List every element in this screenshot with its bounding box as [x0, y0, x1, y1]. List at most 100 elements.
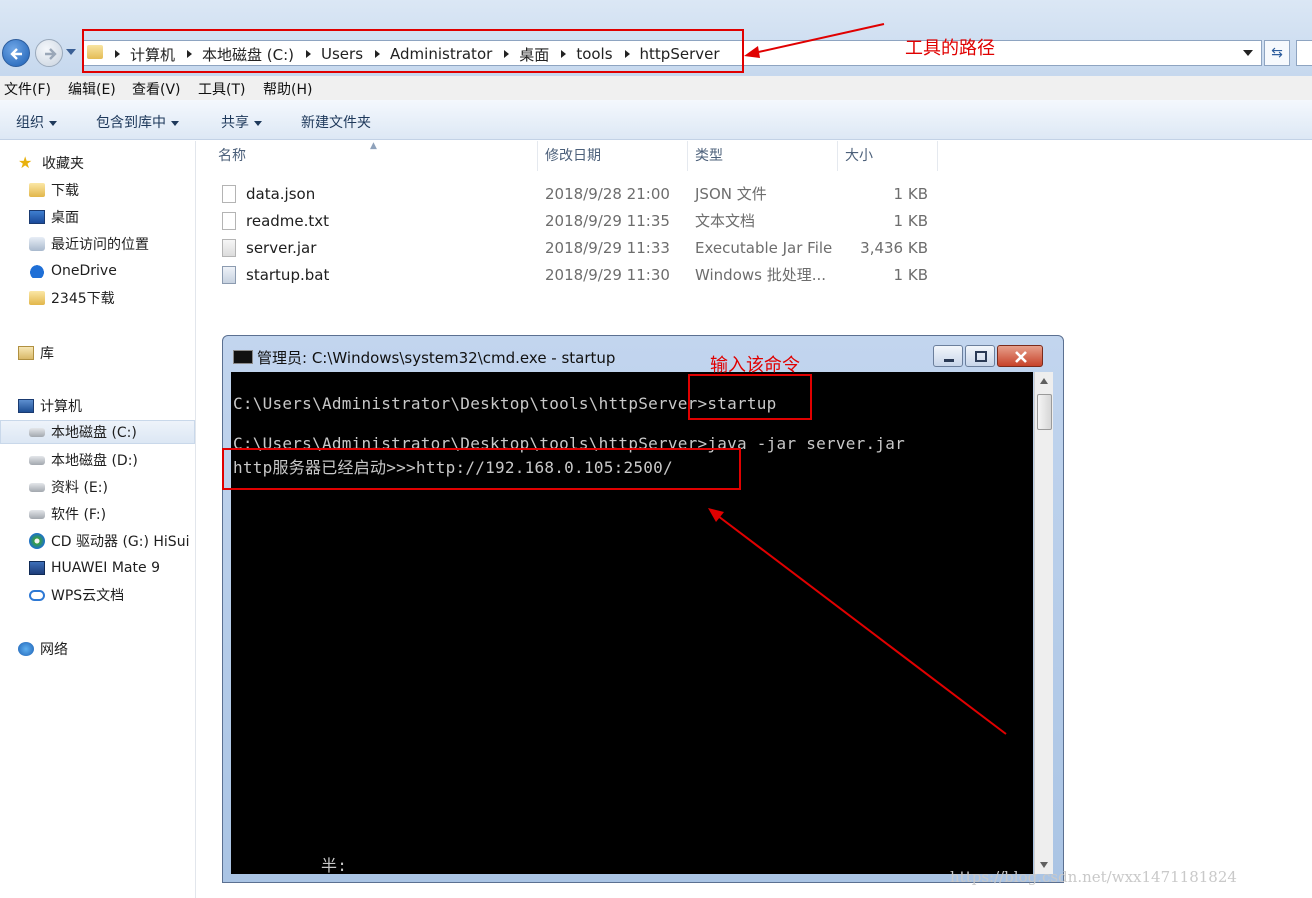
- desktop-icon: [29, 210, 45, 224]
- sidebar-item-huawei-mate-9[interactable]: HUAWEI Mate 9: [29, 556, 160, 580]
- server-url-annotation-arrow: [708, 508, 1007, 735]
- folder-icon: [29, 291, 45, 305]
- menu-bar: 文件(F) 编辑(E) 查看(V) 工具(T) 帮助(H): [0, 76, 1312, 100]
- sidebar-item-label: 桌面: [51, 210, 79, 226]
- sidebar-item-cd-drive-g[interactable]: CD 驱动器 (G:) HiSui: [29, 529, 189, 553]
- menu-edit[interactable]: 编辑(E): [68, 79, 116, 99]
- file-type: 文本文档: [695, 212, 756, 230]
- column-header-date-modified[interactable]: 修改日期: [537, 141, 688, 171]
- sidebar-item-recent-places[interactable]: 最近访问的位置: [29, 232, 149, 256]
- sidebar-network[interactable]: 网络: [18, 637, 68, 661]
- sidebar-item-drive-c[interactable]: 本地磁盘 (C:): [0, 420, 195, 444]
- sidebar-item-label: 下载: [51, 183, 79, 199]
- sidebar-item-downloads[interactable]: 下载: [29, 178, 79, 202]
- path-highlight-box: [82, 29, 744, 73]
- sidebar-item-desktop[interactable]: 桌面: [29, 205, 79, 229]
- include-in-library-button[interactable]: 包含到库中: [96, 112, 179, 132]
- hard-drive-icon: [29, 482, 45, 492]
- sort-ascending-icon: ▲: [370, 141, 377, 151]
- file-name: startup.bat: [246, 266, 330, 284]
- cmd-window-title: 管理员: C:\Windows\system32\cmd.exe - start…: [257, 349, 616, 367]
- sidebar-computer[interactable]: 计算机: [18, 394, 82, 418]
- file-type: JSON 文件: [695, 185, 767, 203]
- column-header-size[interactable]: 大小: [837, 141, 938, 171]
- console-scrollbar[interactable]: [1034, 372, 1053, 874]
- refresh-button[interactable]: ⇆: [1264, 40, 1290, 66]
- close-icon: [1015, 351, 1027, 363]
- chevron-down-icon: [49, 120, 57, 126]
- menu-help[interactable]: 帮助(H): [263, 79, 312, 99]
- minimize-icon: [944, 359, 954, 362]
- sidebar-item-2345-downloads[interactable]: 2345下载: [29, 286, 115, 310]
- menu-view[interactable]: 查看(V): [132, 79, 181, 99]
- sidebar-item-drive-d[interactable]: 本地磁盘 (D:): [29, 448, 138, 472]
- back-arrow-icon: [10, 48, 22, 60]
- sidebar-item-wps-cloud[interactable]: WPS云文档: [29, 583, 124, 607]
- file-date: 2018/9/29 11:35: [545, 212, 670, 230]
- share-button[interactable]: 共享: [221, 112, 262, 132]
- sidebar-item-label: OneDrive: [51, 263, 117, 279]
- file-size: 1 KB: [893, 185, 928, 203]
- path-annotation-arrow: [744, 23, 885, 58]
- minimize-button[interactable]: [933, 345, 963, 367]
- file-size: 3,436 KB: [860, 239, 928, 257]
- organize-button[interactable]: 组织: [16, 112, 57, 132]
- path-annotation-label: 工具的路径: [905, 38, 995, 59]
- navigation-pane: ★ 收藏夹 下载 桌面 最近访问的位置 OneDrive 2345下载 库 计算机…: [0, 141, 196, 898]
- sidebar-computer-label: 计算机: [40, 399, 82, 415]
- menu-file[interactable]: 文件(F): [4, 79, 51, 99]
- sidebar-item-drive-f[interactable]: 软件 (F:): [29, 502, 106, 526]
- sidebar-libraries-label: 库: [40, 346, 54, 362]
- file-date: 2018/9/29 11:33: [545, 239, 670, 257]
- sidebar-item-label: 资料 (E:): [51, 480, 108, 496]
- file-type: Executable Jar File: [695, 239, 833, 257]
- sidebar-item-label: 最近访问的位置: [51, 237, 149, 253]
- scroll-thumb[interactable]: [1037, 394, 1052, 430]
- maximize-icon: [975, 351, 987, 362]
- back-button[interactable]: [2, 39, 30, 67]
- sidebar-favorites[interactable]: ★ 收藏夹: [18, 151, 84, 175]
- file-row[interactable]: startup.bat 2018/9/29 11:30 Windows 批处理.…: [210, 262, 950, 288]
- forward-button[interactable]: [35, 39, 63, 67]
- close-button[interactable]: [997, 345, 1043, 367]
- watermark: https://blog.csdn.net/wxx1471181824: [950, 868, 1237, 886]
- sidebar-item-label: WPS云文档: [51, 588, 125, 604]
- sidebar-item-label: CD 驱动器 (G:) HiSui: [51, 534, 190, 550]
- chevron-down-icon: [254, 120, 262, 126]
- file-name: server.jar: [246, 239, 317, 257]
- hard-drive-icon: [29, 509, 45, 519]
- sidebar-libraries[interactable]: 库: [18, 341, 54, 365]
- sidebar-network-label: 网络: [40, 642, 68, 658]
- downloads-folder-icon: [29, 183, 45, 197]
- command-toolbar: 组织 包含到库中 共享 新建文件夹: [0, 100, 1312, 140]
- file-name: readme.txt: [246, 212, 330, 230]
- hard-drive-icon: [29, 455, 45, 465]
- batch-file-icon: [222, 266, 236, 284]
- file-size: 1 KB: [893, 266, 928, 284]
- sidebar-item-label: HUAWEI Mate 9: [51, 560, 160, 576]
- file-row[interactable]: server.jar 2018/9/29 11:33 Executable Ja…: [210, 235, 950, 261]
- file-row[interactable]: data.json 2018/9/28 21:00 JSON 文件 1 KB: [210, 181, 950, 207]
- file-row[interactable]: readme.txt 2018/9/29 11:35 文本文档 1 KB: [210, 208, 950, 234]
- menu-tools[interactable]: 工具(T): [198, 79, 245, 99]
- sidebar-item-label: 本地磁盘 (C:): [51, 425, 137, 441]
- scroll-up-icon[interactable]: [1040, 378, 1048, 384]
- recent-pages-dropdown-icon[interactable]: [66, 49, 76, 55]
- file-date: 2018/9/29 11:30: [545, 266, 670, 284]
- network-globe-icon: [18, 642, 34, 656]
- column-header-type[interactable]: 类型: [687, 141, 838, 171]
- sidebar-item-label: 2345下载: [51, 291, 115, 307]
- hard-drive-icon: [29, 427, 45, 437]
- maximize-button[interactable]: [965, 345, 995, 367]
- file-type: Windows 批处理...: [695, 266, 827, 284]
- sidebar-item-onedrive[interactable]: OneDrive: [29, 259, 117, 283]
- include-in-library-label: 包含到库中: [96, 115, 166, 131]
- new-folder-button[interactable]: 新建文件夹: [301, 112, 371, 132]
- organize-label: 组织: [16, 115, 44, 131]
- address-history-dropdown-icon[interactable]: [1243, 50, 1253, 56]
- text-file-icon: [222, 212, 236, 230]
- search-input[interactable]: [1296, 40, 1312, 66]
- file-date: 2018/9/28 21:00: [545, 185, 670, 203]
- sidebar-item-drive-e[interactable]: 资料 (E:): [29, 475, 108, 499]
- command-annotation-label: 输入该命令: [710, 355, 800, 376]
